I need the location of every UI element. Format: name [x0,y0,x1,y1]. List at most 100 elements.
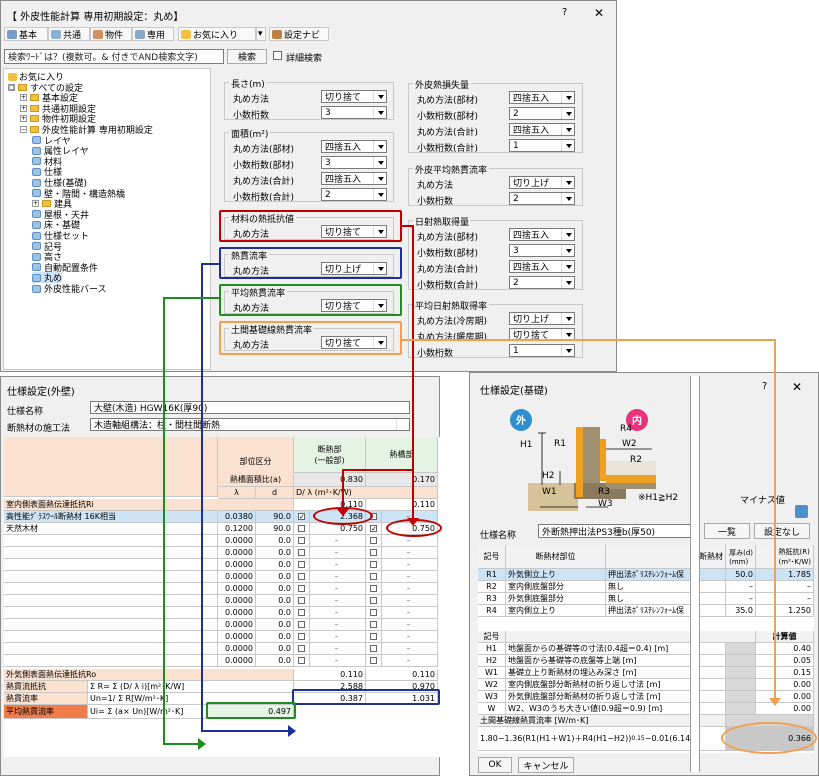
ratio-bridge: 0.170 [366,473,438,487]
tree-item[interactable]: 壁・階間・構造熱橋 [32,188,125,200]
base-material: 無し [606,581,726,593]
tree-expand-toggle[interactable]: + [20,94,27,102]
ri-label: 室内側表面熱伝達抵抗Ri [4,499,294,511]
fig-r2: R2 [630,455,642,465]
close-button[interactable]: ✕ [594,6,604,20]
material-lambda: 0.0380 [218,511,256,523]
tab-common[interactable]: 共通 [48,27,90,41]
wall-name-input[interactable]: 大壁(木造) HGW16K(厚90) [90,401,410,414]
general-check [294,631,310,643]
general-checkbox[interactable] [298,657,305,664]
bridge-checkbox[interactable] [370,573,377,580]
favorites-dropdown-button[interactable]: ▾ [256,27,266,41]
detail-search-checkbox[interactable] [273,51,282,60]
general-checkbox[interactable] [298,537,305,544]
help-button[interactable]: ? [562,7,567,18]
tree-expand-toggle[interactable]: + [32,200,39,208]
general-checkbox[interactable] [298,597,305,604]
setting-page-icon [32,242,41,251]
bridge-checkbox[interactable] [370,597,377,604]
base-name-input[interactable]: 外断熱押出法PS3種b(厚50) [538,524,698,538]
material-thickness: 90.0 [256,511,294,523]
general-check [294,607,310,619]
search-button[interactable]: 検索 [227,49,267,64]
folder-icon [30,126,39,133]
material-lambda: 0.0000 [218,619,256,631]
search-input[interactable]: 検索ﾜｰﾄﾞは？(複数可。& 付きでAND検索文字) [4,49,224,64]
general-check [294,643,310,655]
fig-note: ※H1≧H2 [638,493,679,503]
bridge-checkbox[interactable] [370,657,377,664]
general-checkbox[interactable] [298,573,305,580]
base-part: 室内側底盤部分 [506,581,606,593]
bridge-check [366,655,382,667]
base-help-button[interactable]: ? [762,381,767,392]
setting-page-icon [32,252,41,261]
general-value: – [310,619,366,631]
general-checkbox[interactable] [298,621,305,628]
material-name [4,631,218,643]
bridge-checkbox[interactable] [370,549,377,556]
base-thickness: 35.0 [726,605,756,617]
g_solar-row-label: 丸め方法(合計) [417,265,479,275]
bridge-checkbox[interactable] [370,561,377,568]
dim-value: 0.00 [756,691,814,703]
general-checkbox[interactable] [298,585,305,592]
bridge-checkbox[interactable]: ✓ [370,525,377,533]
tab-setting-navi[interactable]: 設定ナビ [269,27,329,41]
tree-expand-toggle[interactable]: − [20,126,27,133]
bridge-checkbox[interactable] [370,621,377,628]
base-close-button[interactable]: ✕ [792,380,802,394]
dim-gap [726,643,756,655]
setting-page-icon [32,273,41,282]
insulation-method-select[interactable]: 木造軸組構法：柱・間柱間断熱 [90,418,410,431]
material-thickness: 0.0 [256,643,294,655]
tab-favorites[interactable]: お気に入り [178,27,256,41]
ok-button[interactable]: OK [478,757,512,773]
bridge-value: – [382,619,438,631]
material-name: 高性能ｸﾞﾗｽｳｰﾙ断熱材 16K相当 [4,511,218,523]
tab-property[interactable]: 物件 [90,27,132,41]
no-setting-button[interactable]: 設定なし [754,523,810,539]
list-button[interactable]: 一覧 [704,523,750,539]
general-checkbox[interactable] [298,645,305,652]
fig-h2: H2 [542,471,555,481]
general-checkbox[interactable] [298,633,305,640]
bridge-checkbox[interactable] [370,537,377,544]
tree-item[interactable]: − 外皮性能計算 専用初期設定 [20,124,153,136]
bridge-check [366,547,382,559]
material-thickness: 0.0 [256,559,294,571]
ro-label: 外気側表面熱伝達抵抗Ro [4,669,294,681]
general-check [294,595,310,607]
tab-basic[interactable]: 基本 [4,27,48,41]
tree-item[interactable]: 自動配置条件 [32,262,98,274]
cancel-button[interactable]: キャンセル [518,757,574,773]
property-icon [93,29,103,39]
material-name [4,535,218,547]
general-checkbox[interactable] [298,549,305,556]
tree-expand-toggle[interactable]: □ [8,83,15,91]
bridge-checkbox[interactable] [370,645,377,652]
bridge-checkbox[interactable] [370,609,377,616]
bridge-check [366,595,382,607]
setting-page-icon [32,210,41,219]
tree-item[interactable]: 外皮性能バース [32,283,107,295]
formula-exponent: 0.15 [631,735,645,742]
common-icon [51,29,61,39]
tree-expand-toggle[interactable]: + [20,115,27,123]
info-icon[interactable] [795,505,808,518]
star-icon [8,72,17,81]
tab-dedicated[interactable]: 専用 [132,27,174,41]
general-checkbox[interactable]: ✓ [298,513,305,521]
general-checkbox[interactable] [298,609,305,616]
dim-symbol: W3 [478,691,506,703]
bridge-checkbox[interactable] [370,585,377,592]
dim-gap [726,679,756,691]
general-checkbox[interactable] [298,561,305,568]
bridge-checkbox[interactable] [370,633,377,640]
general-checkbox[interactable] [298,525,305,532]
tree-expand-toggle[interactable]: + [20,104,27,112]
material-name [4,607,218,619]
psi-formula: 1.80−1.36(R1(H1＋W1)＋R4(H1−H2)) 0.15 −0.01(… [478,727,726,751]
chevron-down-icon [378,193,384,197]
